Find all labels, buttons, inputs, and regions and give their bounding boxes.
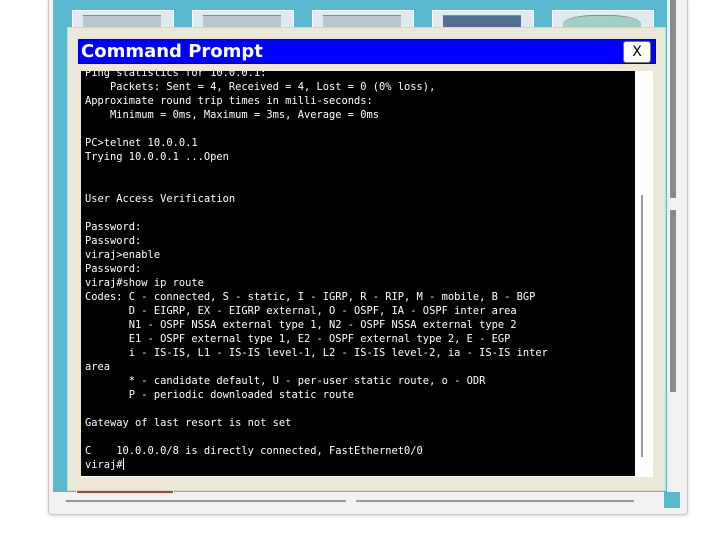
terminal-line: Password: [85, 263, 142, 275]
command-prompt-window: Command Prompt X Ping statistics for 10.… [67, 27, 666, 491]
terminal-line: Password: [85, 221, 142, 233]
terminal-line: Minimum = 0ms, Maximum = 3ms, Average = … [85, 109, 380, 121]
terminal-line: area [85, 361, 111, 373]
text-cursor [122, 458, 124, 470]
terminal-line: E1 - OSPF external type 1, E2 - OSPF ext… [85, 333, 511, 345]
terminal-line: P - periodic downloaded static route [85, 389, 354, 401]
terminal-line: C 10.0.0.0/8 is directly connected, Fast… [85, 445, 423, 457]
terminal-line: Packets: Sent = 4, Received = 4, Lost = … [85, 81, 436, 93]
scrollbar-segment[interactable] [66, 500, 346, 502]
window-title: Command Prompt [81, 41, 263, 62]
terminal-line: Password: [85, 235, 142, 247]
terminal-line: viraj>enable [85, 249, 161, 261]
terminal-scrollbar[interactable] [641, 195, 643, 457]
terminal-line: User Access Verification [85, 193, 236, 205]
terminal-text: Ping statistics for 10.0.0.1: Packets: S… [85, 71, 548, 472]
vertical-scrollbar-track[interactable] [670, 0, 676, 198]
close-button[interactable]: X [623, 41, 651, 63]
terminal-line: PC>telnet 10.0.0.1 [85, 137, 198, 149]
terminal-line: Codes: C - connected, S - static, I - IG… [85, 291, 536, 303]
terminal-line: Gateway of last resort is not set [85, 417, 292, 429]
command-prompt-input[interactable]: viraj# [85, 459, 123, 471]
terminal-line: D - EIGRP, EX - EIGRP external, O - OSPF… [85, 305, 517, 317]
vertical-scrollbar-track[interactable] [670, 210, 676, 392]
terminal-line: viraj#show ip route [85, 277, 204, 289]
terminal-line: * - candidate default, U - per-user stat… [85, 375, 486, 387]
scrollbar-segment[interactable] [356, 500, 634, 502]
terminal-line: Ping statistics for 10.0.0.1: [85, 71, 267, 79]
terminal-line: Trying 10.0.0.1 ...Open [85, 151, 229, 163]
scroll-corner [664, 492, 680, 508]
terminal-line: Approximate round trip times in milli-se… [85, 95, 373, 107]
terminal-line: N1 - OSPF NSSA external type 1, N2 - OSP… [85, 319, 517, 331]
console-frame: Ping statistics for 10.0.0.1: Packets: S… [81, 71, 653, 477]
terminal-output[interactable]: Ping statistics for 10.0.0.1: Packets: S… [81, 71, 635, 476]
title-bar[interactable]: Command Prompt X [78, 39, 656, 64]
horizontal-scrollbar[interactable] [66, 498, 636, 504]
terminal-line: i - IS-IS, L1 - IS-IS level-1, L2 - IS-I… [85, 347, 548, 359]
